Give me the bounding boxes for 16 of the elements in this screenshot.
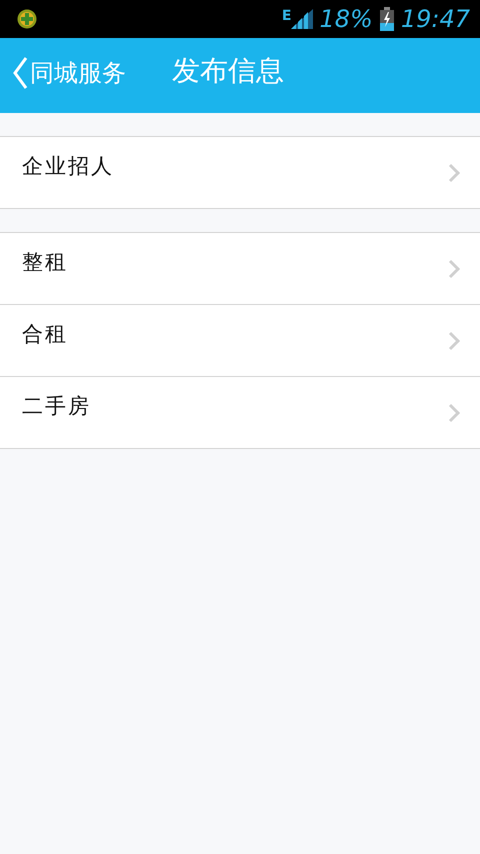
signal-icon: [291, 9, 314, 29]
page-title: 发布信息: [172, 52, 284, 88]
battery-icon: [378, 7, 395, 31]
network-type: E: [282, 8, 292, 24]
battery-percent: 18%: [319, 5, 373, 33]
menu-item[interactable]: 整租: [0, 233, 480, 305]
clock-time: 19:47: [400, 5, 470, 33]
chevron-right-icon: [448, 258, 460, 278]
menu-item[interactable]: 二手房: [0, 377, 480, 449]
back-icon: [12, 56, 28, 90]
chevron-right-icon: [448, 402, 460, 422]
chevron-right-icon: [448, 330, 460, 350]
app-icon: [17, 9, 37, 29]
chevron-right-icon: [448, 162, 460, 182]
menu-item[interactable]: 企业招人: [0, 137, 480, 209]
menu-item[interactable]: 合租: [0, 305, 480, 377]
